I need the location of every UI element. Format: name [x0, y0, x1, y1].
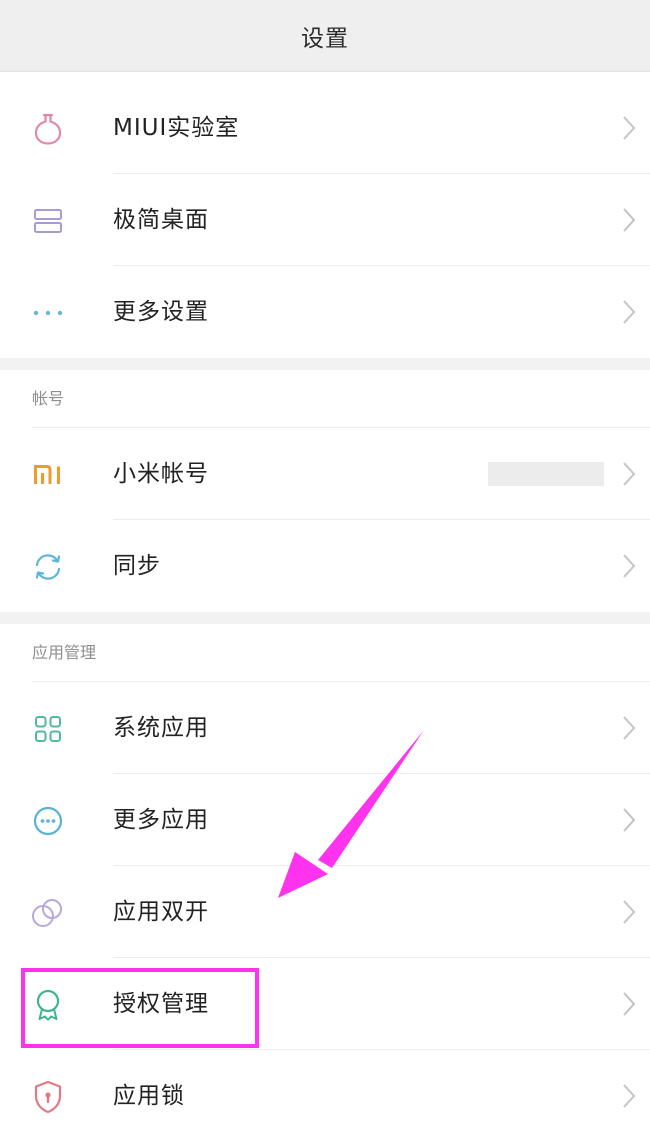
section-header-label: 帐号: [32, 389, 65, 408]
settings-item-miui-lab[interactable]: MIUI实验室: [0, 82, 650, 174]
settings-item-minimal-desktop[interactable]: 极简桌面: [0, 174, 650, 266]
chevron-right-icon: [622, 899, 636, 925]
settings-item-label: 系统应用: [113, 715, 209, 741]
settings-item-system-apps[interactable]: 系统应用: [0, 682, 650, 774]
section-header-app-management: 应用管理: [0, 624, 650, 682]
settings-item-permission-management[interactable]: 授权管理: [0, 958, 650, 1050]
settings-item-more-settings[interactable]: 更多设置: [0, 266, 650, 358]
settings-item-label: 更多设置: [113, 299, 209, 325]
chevron-right-icon: [622, 715, 636, 741]
section-header-label: 应用管理: [32, 643, 97, 662]
settings-item-label: 授权管理: [113, 991, 209, 1017]
chevron-right-icon: [622, 807, 636, 833]
section-gap: [0, 612, 650, 624]
grid-icon: [30, 711, 66, 747]
shield-lock-icon: [30, 1079, 66, 1115]
settings-item-sync[interactable]: 同步: [0, 520, 650, 612]
sync-icon: [30, 549, 66, 585]
more-dots-icon: [30, 295, 66, 331]
section-gap: [0, 358, 650, 370]
settings-item-label: 同步: [113, 553, 161, 579]
settings-item-label: 极简桌面: [113, 207, 209, 233]
chevron-right-icon: [622, 207, 636, 233]
chevron-right-icon: [622, 299, 636, 325]
chat-dots-icon: [30, 803, 66, 839]
flask-icon: [30, 111, 66, 147]
badge-icon: [30, 987, 66, 1023]
chevron-right-icon: [622, 1083, 636, 1109]
settings-item-app-lock[interactable]: 应用锁: [0, 1050, 650, 1142]
settings-item-dual-apps[interactable]: 应用双开: [0, 866, 650, 958]
section-header-account: 帐号: [0, 370, 650, 428]
chevron-right-icon: [622, 991, 636, 1017]
top-gap: [0, 72, 650, 82]
account-value-redacted: [488, 462, 604, 486]
mi-logo-icon: [30, 457, 66, 493]
dual-circles-icon: [30, 895, 66, 931]
layout-icon: [30, 203, 66, 239]
settings-item-more-apps[interactable]: 更多应用: [0, 774, 650, 866]
settings-item-label: MIUI实验室: [113, 115, 240, 141]
title-bar: 设置: [0, 0, 650, 72]
chevron-right-icon: [622, 461, 636, 487]
page-title: 设置: [301, 25, 349, 52]
settings-item-label: 应用双开: [113, 899, 209, 925]
settings-item-label: 更多应用: [113, 807, 209, 833]
chevron-right-icon: [622, 115, 636, 141]
chevron-right-icon: [622, 553, 636, 579]
settings-item-label: 小米帐号: [113, 461, 209, 487]
settings-item-mi-account[interactable]: 小米帐号: [0, 428, 650, 520]
settings-item-label: 应用锁: [113, 1083, 185, 1109]
